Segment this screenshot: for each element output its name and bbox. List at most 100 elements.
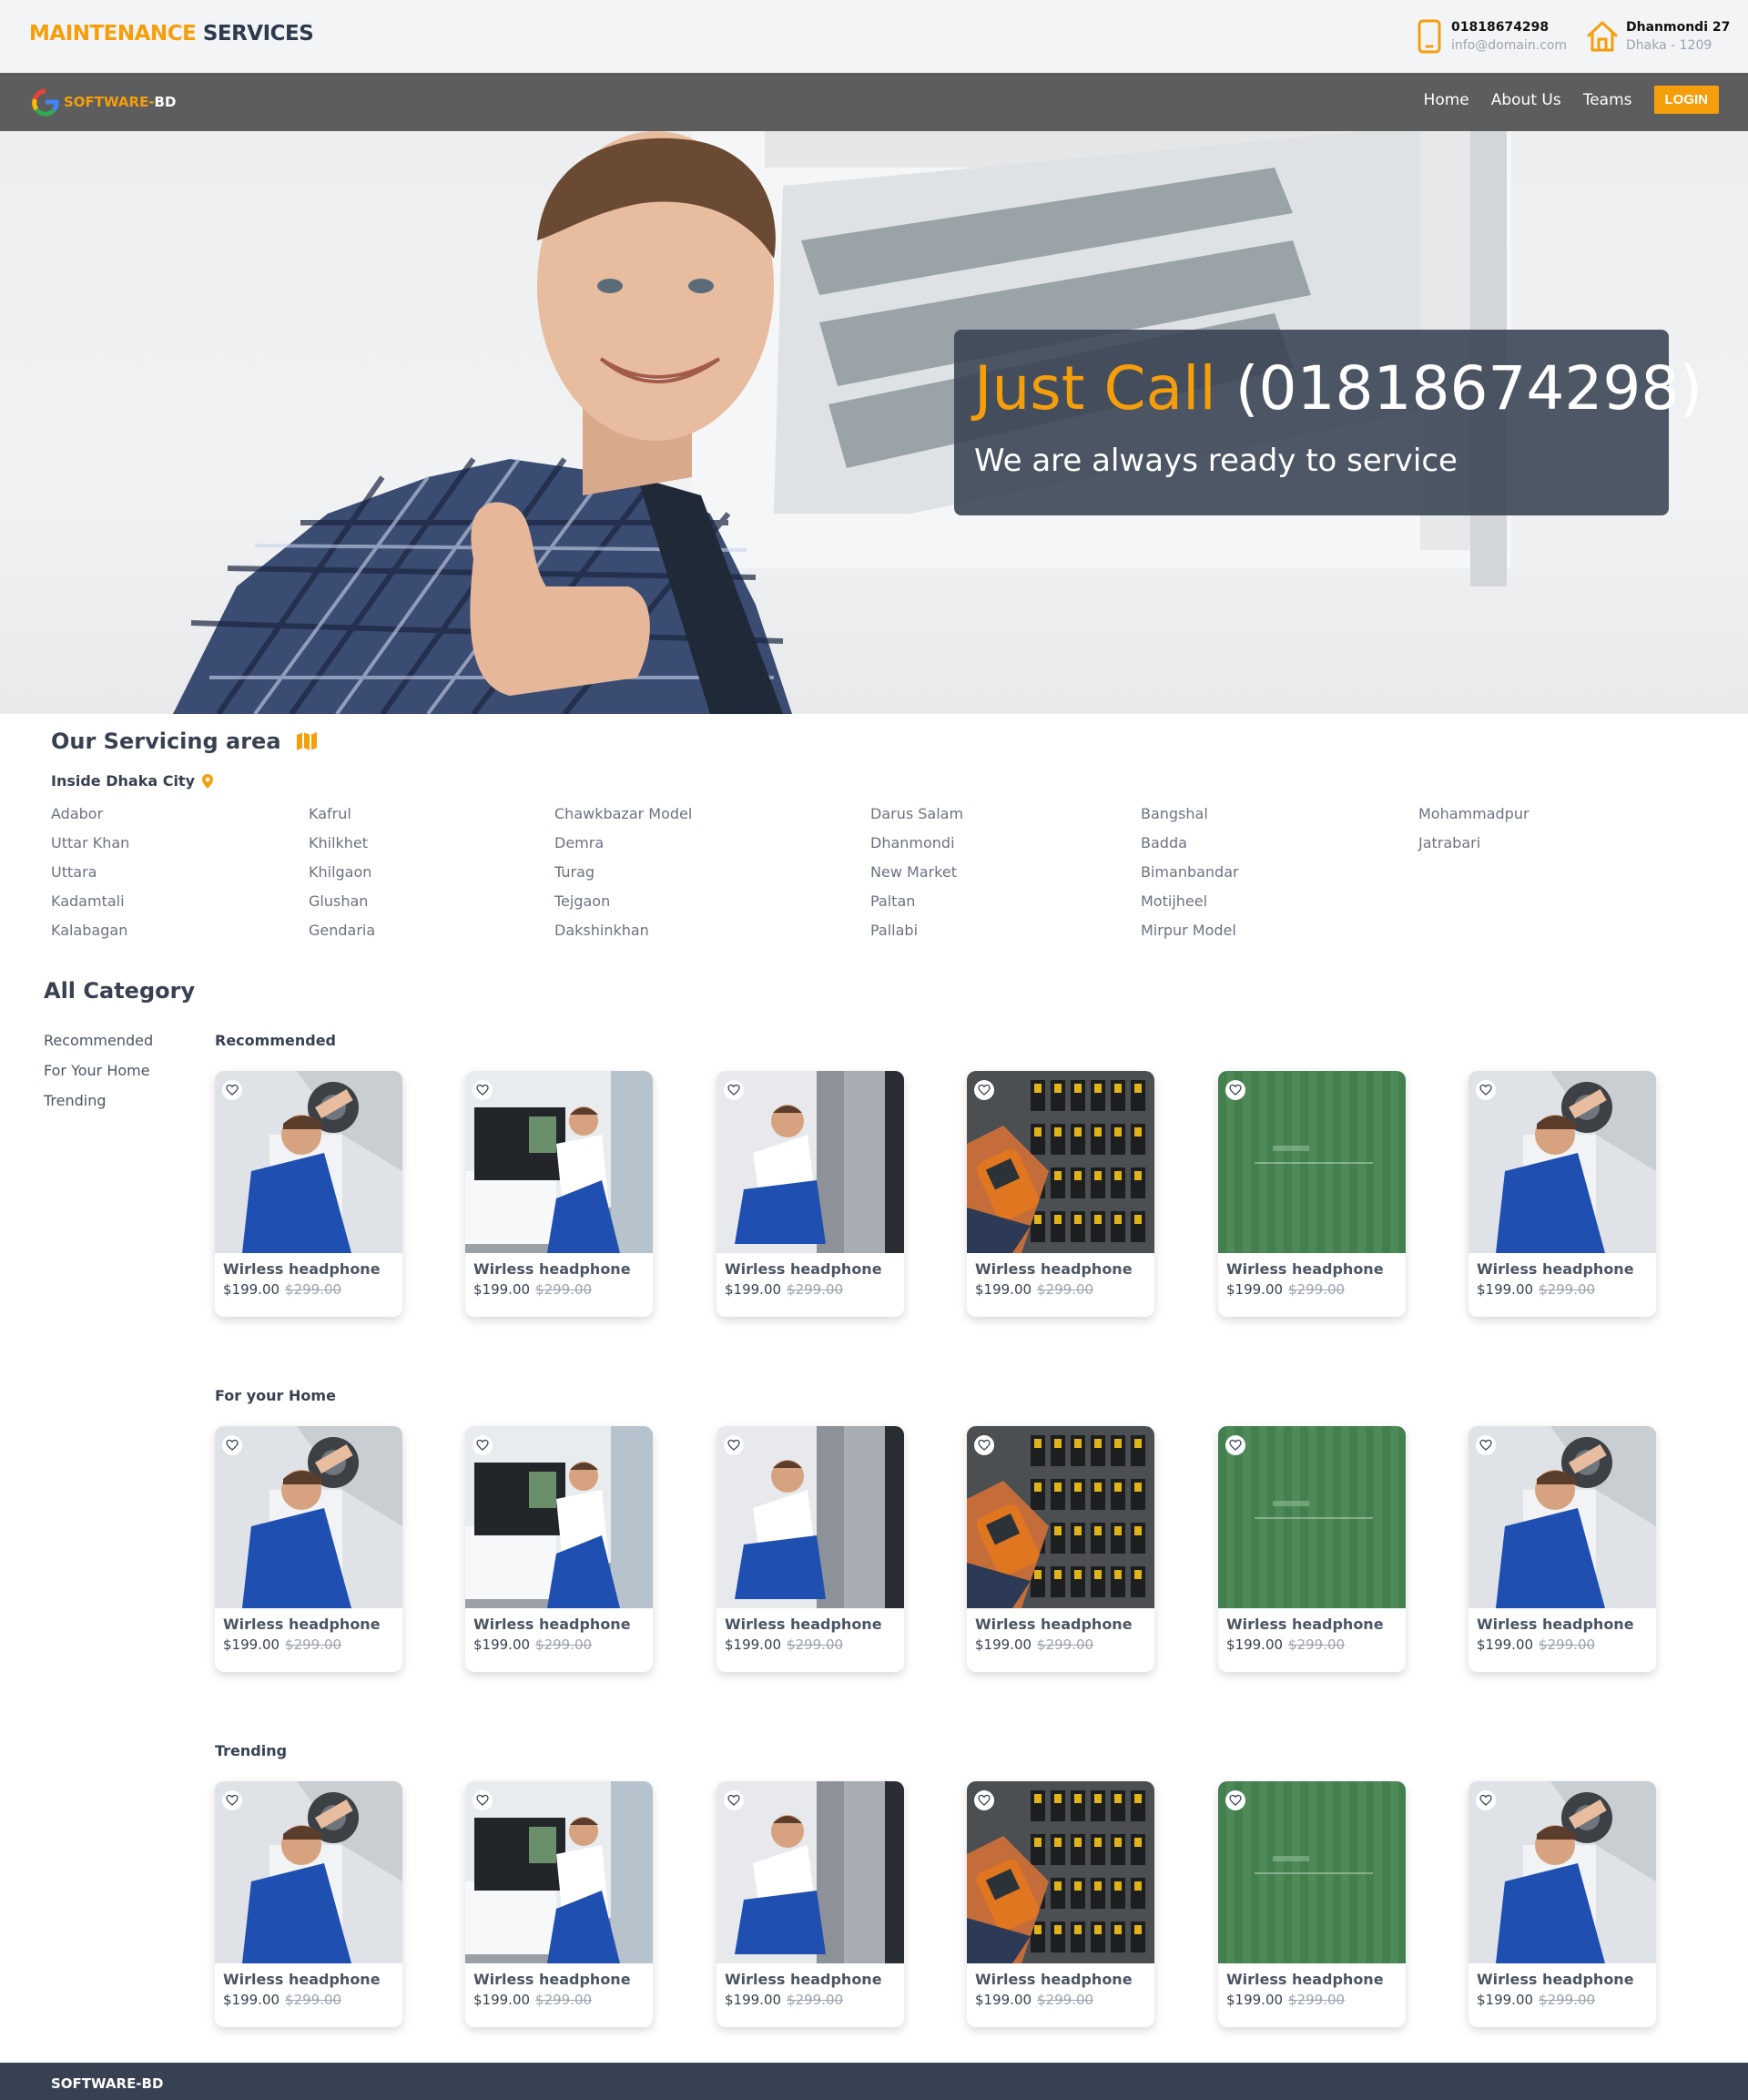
location-pin-icon <box>202 773 214 789</box>
product-title: Wirless headphone <box>1226 1971 1384 1988</box>
product-image[interactable] <box>1218 1071 1406 1253</box>
product-image[interactable] <box>716 1071 904 1253</box>
product-card[interactable]: Wirless headphone $199.00 $299.00 <box>215 1426 402 1672</box>
email-address[interactable]: info@domain.com <box>1451 36 1567 55</box>
product-image[interactable] <box>967 1426 1154 1608</box>
product-card[interactable]: Wirless headphone $199.00 $299.00 <box>967 1071 1154 1317</box>
service-area-item: New Market <box>870 863 957 881</box>
product-price: $199.00 $299.00 <box>223 1636 394 1653</box>
heart-icon[interactable] <box>222 1080 242 1100</box>
product-card[interactable]: Wirless headphone $199.00 $299.00 <box>465 1071 653 1317</box>
service-area-item: Uttara <box>51 863 97 881</box>
product-price: $199.00 $299.00 <box>1226 1281 1397 1298</box>
phone-icon <box>1418 19 1441 54</box>
service-area-item: Kadamtali <box>51 892 125 910</box>
category-link-for-your-home[interactable]: For Your Home <box>44 1062 153 1079</box>
heart-icon[interactable] <box>473 1080 493 1100</box>
heart-icon[interactable] <box>473 1435 493 1455</box>
product-image[interactable] <box>465 1426 653 1608</box>
heart-icon[interactable] <box>974 1080 994 1100</box>
product-image[interactable] <box>215 1426 402 1608</box>
product-price-current: $199.00 <box>725 1281 782 1298</box>
product-card[interactable]: Wirless headphone $199.00 $299.00 <box>716 1426 904 1672</box>
product-card[interactable]: Wirless headphone $199.00 $299.00 <box>1469 1071 1656 1317</box>
brand-title[interactable]: MAINTENANCE SERVICES <box>29 22 314 46</box>
logo[interactable]: SOFTWARE-BD <box>29 86 176 118</box>
product-card[interactable]: Wirless headphone $199.00 $299.00 <box>215 1071 402 1317</box>
inside-dhaka-label: Inside Dhaka City <box>51 772 1708 790</box>
product-price-current: $199.00 <box>975 1281 1032 1298</box>
service-area-item: Badda <box>1141 834 1187 851</box>
service-area-item: Khilkhet <box>309 834 369 851</box>
area-list: Adabor Uttar Khan Uttara Kadamtali Kalabagan… <box>51 805 1708 951</box>
brand-part2: SERVICES <box>202 22 314 46</box>
product-card[interactable]: Wirless headphone $199.00 $299.00 <box>967 1781 1154 2027</box>
hero-title-number[interactable]: (01818674298) <box>1235 353 1702 423</box>
nav-link-home[interactable]: Home <box>1424 91 1469 109</box>
product-card[interactable]: Wirless headphone $199.00 $299.00 <box>1469 1426 1656 1672</box>
product-image[interactable] <box>465 1071 653 1253</box>
product-price-current: $199.00 <box>1477 1281 1534 1298</box>
heart-icon[interactable] <box>1476 1080 1496 1100</box>
heart-icon[interactable] <box>473 1790 493 1810</box>
category-link-trending[interactable]: Trending <box>44 1092 153 1109</box>
main-nav: SOFTWARE-BD Home About Us Teams LOGIN <box>0 73 1748 131</box>
service-area-item: Paltan <box>870 892 916 910</box>
product-card[interactable]: Wirless headphone $199.00 $299.00 <box>465 1781 653 2027</box>
product-image[interactable] <box>215 1781 402 1963</box>
service-area-item: Khilgaon <box>309 863 372 881</box>
product-price-old: $299.00 <box>535 1992 593 2008</box>
product-price-old: $299.00 <box>1288 1636 1346 1653</box>
product-image[interactable] <box>967 1071 1154 1253</box>
heart-icon[interactable] <box>222 1435 242 1455</box>
heart-icon[interactable] <box>724 1080 744 1100</box>
heart-icon[interactable] <box>222 1790 242 1810</box>
product-card[interactable]: Wirless headphone $199.00 $299.00 <box>215 1781 402 2027</box>
product-image[interactable] <box>716 1426 904 1608</box>
product-card[interactable]: Wirless headphone $199.00 $299.00 <box>465 1426 653 1672</box>
product-image[interactable] <box>465 1781 653 1963</box>
product-image[interactable] <box>215 1071 402 1253</box>
nav-link-about-us[interactable]: About Us <box>1491 91 1561 109</box>
product-image[interactable] <box>1218 1781 1406 1963</box>
service-area-item: Dakshinkhan <box>554 922 649 939</box>
product-price-old: $299.00 <box>1037 1636 1094 1653</box>
product-image[interactable] <box>1218 1426 1406 1608</box>
phone-number[interactable]: 01818674298 <box>1451 18 1567 36</box>
product-image[interactable] <box>1469 1426 1656 1608</box>
login-button[interactable]: LOGIN <box>1653 86 1719 114</box>
category-link-recommended[interactable]: Recommended <box>44 1032 153 1049</box>
product-image[interactable] <box>716 1781 904 1963</box>
product-title: Wirless headphone <box>1477 1260 1634 1278</box>
product-image[interactable] <box>967 1781 1154 1963</box>
product-card[interactable]: Wirless headphone $199.00 $299.00 <box>1218 1426 1406 1672</box>
product-card[interactable]: Wirless headphone $199.00 $299.00 <box>716 1781 904 2027</box>
product-card[interactable]: Wirless headphone $199.00 $299.00 <box>1218 1071 1406 1317</box>
heart-icon[interactable] <box>974 1435 994 1455</box>
heart-icon[interactable] <box>1225 1080 1245 1100</box>
product-price-old: $299.00 <box>285 1281 342 1298</box>
heart-icon[interactable] <box>974 1790 994 1810</box>
heart-icon[interactable] <box>1225 1790 1245 1810</box>
product-card[interactable]: Wirless headphone $199.00 $299.00 <box>1218 1781 1406 2027</box>
nav-link-teams[interactable]: Teams <box>1583 91 1632 109</box>
heart-icon[interactable] <box>724 1790 744 1810</box>
heart-icon[interactable] <box>1476 1790 1496 1810</box>
product-card[interactable]: Wirless headphone $199.00 $299.00 <box>1469 1781 1656 2027</box>
product-card[interactable]: Wirless headphone $199.00 $299.00 <box>967 1426 1154 1672</box>
product-image[interactable] <box>1469 1781 1656 1963</box>
service-area-item: Uttar Khan <box>51 834 130 851</box>
product-title: Wirless headphone <box>223 1971 381 1988</box>
hero-banner: Just Call (01818674298) We are always re… <box>0 131 1748 714</box>
hero-callout: Just Call (01818674298) We are always re… <box>954 330 1702 515</box>
heart-icon[interactable] <box>1476 1435 1496 1455</box>
product-card[interactable]: Wirless headphone $199.00 $299.00 <box>716 1071 904 1317</box>
service-area-item: Bangshal <box>1141 805 1208 822</box>
heart-icon[interactable] <box>1225 1435 1245 1455</box>
product-image[interactable] <box>1469 1071 1656 1253</box>
heart-icon[interactable] <box>724 1435 744 1455</box>
service-area-item: Tejgaon <box>554 892 611 910</box>
product-title: Wirless headphone <box>975 1971 1133 1988</box>
service-area-item: Chawkbazar Model <box>554 805 693 822</box>
logo-text-part1: SOFTWARE- <box>64 94 155 110</box>
